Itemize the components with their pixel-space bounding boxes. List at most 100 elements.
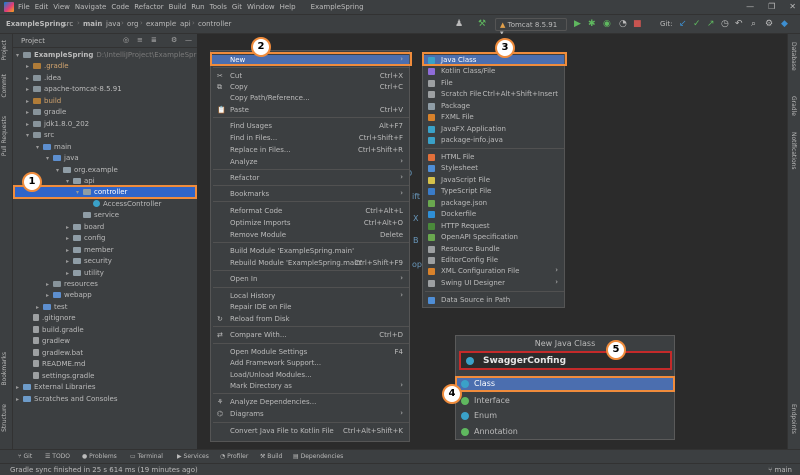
context-menu-item-refactor[interactable]: Refactor ›	[211, 173, 409, 184]
tab-git[interactable]: ⑂ Git	[18, 453, 32, 460]
tree-row-service-package[interactable]: service	[76, 211, 119, 222]
breadcrumb-example[interactable]: example	[146, 20, 176, 28]
debug-icon[interactable]: ✱	[588, 19, 596, 29]
expand-arrow-icon[interactable]: ▸	[26, 63, 33, 70]
tree-row-webapp-folder[interactable]: ▸ webapp	[46, 291, 92, 302]
context-menu-item-build-module[interactable]: Build Module 'ExampleSpring.main'	[211, 246, 409, 257]
tree-row-main-folder[interactable]: ▾ main	[36, 143, 72, 154]
menu-run[interactable]: Run	[191, 3, 204, 11]
settings-icon[interactable]: ⚙	[765, 19, 773, 29]
context-menu-item-cut[interactable]: ✂ Cut Ctrl+X	[211, 71, 409, 82]
tree-row-java-folder[interactable]: ▾ java	[46, 154, 79, 165]
menu-help[interactable]: Help	[280, 3, 296, 11]
kind-annotation[interactable]: Annotation	[456, 425, 674, 439]
context-menu-item-replace-in-files[interactable]: Replace in Files... Ctrl+Shift+R	[211, 145, 409, 156]
tree-row-idea-folder[interactable]: ▸ .idea	[26, 74, 61, 85]
tree-row-build-folder[interactable]: ▸ build	[26, 97, 61, 108]
new-item-swing-ui-designer[interactable]: Swing UI Designer ›	[423, 278, 564, 289]
user-icon[interactable]: ♟	[455, 19, 463, 29]
coverage-icon[interactable]: ◉	[603, 19, 611, 29]
new-item-http-request[interactable]: HTTP Request	[423, 221, 564, 232]
expand-arrow-icon[interactable]: ▾	[56, 167, 63, 174]
context-menu-item-open-in[interactable]: Open In ›	[211, 274, 409, 285]
new-item-openapi-specification[interactable]: OpenAPI Specification	[423, 232, 564, 243]
git-branch-widget[interactable]: ⑂ main	[768, 466, 792, 474]
expand-all-icon[interactable]: ≡	[137, 36, 143, 44]
new-item-package[interactable]: Package	[423, 101, 564, 112]
tree-row-config-package[interactable]: ▸ config	[66, 234, 105, 245]
menu-view[interactable]: View	[53, 3, 70, 11]
context-menu-item-convert-to-kotlin[interactable]: Convert Java File to Kotlin File Ctrl+Alt…	[211, 426, 409, 437]
run-icon[interactable]: ▶	[574, 19, 581, 29]
tree-row-gitignore-file[interactable]: .gitignore	[26, 314, 76, 325]
expand-arrow-icon[interactable]: ▾	[66, 178, 73, 185]
tab-structure[interactable]: Structure	[1, 404, 8, 432]
new-item-resource-bundle[interactable]: Resource Bundle	[423, 244, 564, 255]
menu-navigate[interactable]: Navigate	[75, 3, 106, 11]
hide-icon[interactable]: —	[185, 36, 192, 44]
tree-row-project-root[interactable]: ▾ ExampleSpring D:\IntelliJProject\Example…	[16, 51, 207, 62]
new-item-file[interactable]: File	[423, 78, 564, 89]
tab-services[interactable]: ▶ Services	[177, 453, 209, 460]
new-item-kotlin-class-file[interactable]: Kotlin Class/File	[423, 66, 564, 77]
class-name-input[interactable]: SwaggerConfing	[459, 351, 672, 370]
tree-row-gradle-folder[interactable]: ▸ .gradle	[26, 62, 69, 73]
expand-arrow-icon[interactable]: ▸	[26, 98, 33, 105]
tree-row-resources-folder[interactable]: ▸ resources	[46, 280, 98, 291]
context-menu-item-paste[interactable]: 📋 Paste Ctrl+V	[211, 105, 409, 116]
expand-arrow-icon[interactable]: ▸	[26, 75, 33, 82]
tree-row-external-libraries[interactable]: ▸ External Libraries	[16, 383, 96, 394]
context-menu-item-rebuild-module[interactable]: Rebuild Module 'ExampleSpring.main' Ctrl+…	[211, 258, 409, 269]
new-item-package-info[interactable]: package-info.java	[423, 135, 564, 146]
kind-interface[interactable]: Interface	[456, 394, 674, 408]
context-menu-item-analyze[interactable]: Analyze ›	[211, 157, 409, 168]
tab-bookmarks[interactable]: Bookmarks	[1, 352, 8, 386]
expand-arrow-icon[interactable]: ▸	[66, 258, 73, 265]
history-icon[interactable]: ◷	[721, 19, 729, 29]
git-push-icon[interactable]: ↗	[707, 19, 715, 29]
context-menu-item-find-usages[interactable]: Find Usages Alt+F7	[211, 121, 409, 132]
gear-icon[interactable]: ⚙	[171, 36, 177, 44]
expand-arrow-icon[interactable]: ▾	[46, 155, 53, 162]
context-menu-item-open-module-settings[interactable]: Open Module Settings F4	[211, 347, 409, 358]
tree-row-tomcat-folder[interactable]: ▸ apache-tomcat-8.5.91	[26, 85, 122, 96]
expand-arrow-icon[interactable]: ▾	[16, 52, 23, 59]
tab-gradle[interactable]: Gradle	[790, 96, 797, 116]
new-item-editorconfig-file[interactable]: EditorConfig File	[423, 255, 564, 266]
expand-arrow-icon[interactable]: ▾	[36, 144, 43, 151]
context-menu-item-load-unload-modules[interactable]: Load/Unload Modules...	[211, 370, 409, 381]
context-menu-item-bookmarks[interactable]: Bookmarks ›	[211, 189, 409, 200]
menu-tools[interactable]: Tools	[210, 3, 227, 11]
context-menu-item-optimize-imports[interactable]: Optimize Imports Ctrl+Alt+O	[211, 218, 409, 229]
new-item-package-json[interactable]: package.json	[423, 198, 564, 209]
collapse-all-icon[interactable]: ≣	[151, 36, 157, 44]
menu-window[interactable]: Window	[247, 3, 275, 11]
breadcrumb-api[interactable]: api	[180, 20, 191, 28]
toolbox-icon[interactable]: ◆	[781, 19, 788, 29]
tab-profiler[interactable]: ◔ Profiler	[220, 453, 248, 460]
minimize-button[interactable]: —	[746, 2, 754, 11]
breadcrumb-org[interactable]: org	[127, 20, 138, 28]
context-menu-item-copy-path[interactable]: Copy Path/Reference...	[211, 93, 409, 104]
expand-arrow-icon[interactable]: ▸	[36, 304, 43, 311]
context-menu-item-reformat-code[interactable]: Reformat Code Ctrl+Alt+L	[211, 206, 409, 217]
breadcrumb-java[interactable]: java	[106, 20, 121, 28]
menu-refactor[interactable]: Refactor	[134, 3, 163, 11]
new-item-javascript-file[interactable]: JavaScript File	[423, 175, 564, 186]
context-menu-item-find-in-files[interactable]: Find in Files... Ctrl+Shift+F	[211, 133, 409, 144]
context-menu-item-repair-ide[interactable]: Repair IDE on File	[211, 302, 409, 313]
context-menu-item-analyze-dependencies[interactable]: ⚘ Analyze Dependencies...	[211, 397, 409, 408]
expand-arrow-icon[interactable]: ▸	[66, 270, 73, 277]
tree-row-readme-file[interactable]: README.md	[26, 360, 85, 371]
tree-row-settings-gradle-file[interactable]: settings.gradle	[26, 371, 94, 383]
tree-row-board-package[interactable]: ▸ board	[66, 223, 104, 234]
stop-icon[interactable]: ■	[633, 19, 642, 29]
context-menu-item-local-history[interactable]: Local History ›	[211, 291, 409, 302]
context-menu-item-remove-module[interactable]: Remove Module Delete	[211, 230, 409, 241]
expand-arrow-icon[interactable]: ▸	[66, 224, 73, 231]
git-update-icon[interactable]: ↙	[679, 19, 687, 29]
tab-database[interactable]: Database	[790, 42, 797, 71]
context-menu-item-compare-with[interactable]: ⇄ Compare With... Ctrl+D	[211, 330, 409, 341]
breadcrumb-controller[interactable]: controller	[198, 20, 231, 28]
new-item-stylesheet[interactable]: Stylesheet	[423, 163, 564, 174]
